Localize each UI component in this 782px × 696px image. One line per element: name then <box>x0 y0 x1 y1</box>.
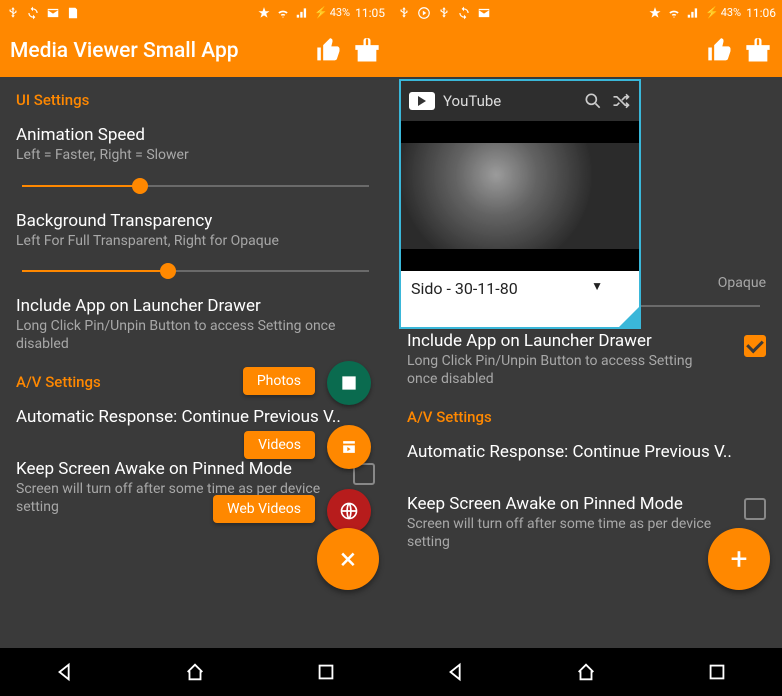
youtube-logo-icon <box>409 92 435 110</box>
nav-home-icon[interactable] <box>575 661 597 683</box>
fab-close[interactable]: × <box>317 528 379 590</box>
setting-title: Include App on Launcher Drawer <box>407 331 720 351</box>
setting-launcher-drawer[interactable]: Include App on Launcher Drawer Long Clic… <box>391 323 736 394</box>
photo-icon <box>339 373 359 393</box>
search-icon[interactable] <box>583 91 603 111</box>
checkbox-launcher[interactable] <box>744 335 766 357</box>
fab-add[interactable]: + <box>708 528 770 590</box>
nav-back-icon[interactable] <box>54 661 76 683</box>
app-bar: Media Viewer Small App <box>0 25 391 77</box>
app-bar <box>391 25 782 77</box>
star-icon <box>257 6 271 20</box>
usb-icon <box>6 6 20 20</box>
setting-subtitle: Long Click Pin/Unpin Button to access Se… <box>16 318 375 353</box>
fab-label: × <box>340 542 356 577</box>
mail-icon <box>477 6 491 20</box>
star-icon <box>648 6 662 20</box>
setting-keep-awake[interactable]: Keep Screen Awake on Pinned Mode Screen … <box>391 486 736 557</box>
video-icon <box>339 437 359 457</box>
setting-launcher-drawer[interactable]: Include App on Launcher Drawer Long Clic… <box>0 288 391 359</box>
play-icon <box>417 6 431 20</box>
nav-home-icon[interactable] <box>184 661 206 683</box>
status-bar: ⚡43% 11:06 <box>391 0 782 25</box>
thumbs-up-icon[interactable] <box>315 37 343 65</box>
video-title: Sido - 30-11-80 <box>411 279 518 298</box>
app-title: Media Viewer Small App <box>10 39 305 63</box>
setting-title: Keep Screen Awake on Pinned Mode <box>407 494 720 514</box>
nav-bar <box>391 648 782 696</box>
nav-recent-icon[interactable] <box>315 661 337 683</box>
checkbox-keep-awake[interactable] <box>744 498 766 520</box>
clock-text: 11:06 <box>746 6 776 20</box>
section-av-settings: A/V Settings <box>391 394 782 434</box>
status-bar: ⚡43% 11:05 <box>0 0 391 25</box>
setting-bg-transparency[interactable]: Background Transparency Left For Full Tr… <box>0 203 391 257</box>
chip-photos[interactable]: Photos <box>243 367 315 395</box>
nav-recent-icon[interactable] <box>706 661 728 683</box>
setting-animation-speed[interactable]: Animation Speed Left = Faster, Right = S… <box>0 117 391 171</box>
globe-icon <box>339 501 359 521</box>
battery-text: 43% <box>330 6 350 19</box>
battery-indicator: ⚡43% <box>314 6 350 19</box>
chip-web-videos[interactable]: Web Videos <box>213 495 315 523</box>
signal-icon <box>686 6 700 20</box>
slider-bg-transparency[interactable] <box>0 256 391 288</box>
battery-indicator: ⚡43% <box>705 6 741 19</box>
clock-text: 11:05 <box>355 6 385 20</box>
setting-auto-response[interactable]: Automatic Response: Continue Previous V.… <box>391 434 782 468</box>
nav-bar <box>0 648 391 696</box>
youtube-video-thumbnail[interactable] <box>401 121 639 271</box>
settings-content: UI Settings Animation Speed Left = Faste… <box>0 77 391 648</box>
section-ui-settings: UI Settings <box>0 77 391 117</box>
setting-subtitle: Left = Faster, Right = Slower <box>16 147 375 165</box>
setting-title: Include App on Launcher Drawer <box>16 296 375 316</box>
youtube-floating-panel[interactable]: YouTube Sido - 30-11-80 ▼ <box>399 79 641 329</box>
resize-handle-icon[interactable] <box>619 307 639 327</box>
setting-auto-response[interactable]: Automatic Response: Continue Previous V.… <box>0 399 391 433</box>
setting-subtitle: Long Click Pin/Unpin Button to access Se… <box>407 353 720 388</box>
note-icon <box>66 6 80 20</box>
setting-title: Animation Speed <box>16 125 375 145</box>
wifi-icon <box>667 6 681 20</box>
usb-icon <box>437 6 451 20</box>
signal-icon <box>295 6 309 20</box>
thumbs-up-icon[interactable] <box>706 37 734 65</box>
setting-subtitle: Left For Full Transparent, Right for Opa… <box>16 233 375 251</box>
gift-icon[interactable] <box>353 37 381 65</box>
setting-title: Background Transparency <box>16 211 375 231</box>
slider-animation-speed[interactable] <box>0 171 391 203</box>
setting-title: Automatic Response: Continue Previous V.… <box>16 407 341 427</box>
setting-title: Automatic Response: Continue Previous V.… <box>407 442 732 462</box>
fab-label: + <box>730 542 747 577</box>
chip-videos[interactable]: Videos <box>244 431 315 459</box>
fab-photos[interactable] <box>327 361 371 405</box>
battery-text: 43% <box>721 6 741 19</box>
wifi-icon <box>276 6 290 20</box>
youtube-panel-bar: YouTube <box>401 81 639 121</box>
app-title <box>401 39 696 63</box>
youtube-video-title-bar[interactable]: Sido - 30-11-80 ▼ <box>401 271 639 327</box>
phone-right: ⚡43% 11:06 Opaque Include App on Launche… <box>391 0 782 696</box>
setting-subtitle: Screen will turn off after some time as … <box>407 516 720 551</box>
fab-web-videos[interactable] <box>327 489 371 533</box>
setting-title: Keep Screen Awake on Pinned Mode <box>16 459 329 479</box>
fab-videos[interactable] <box>327 425 371 469</box>
sync-icon <box>457 6 471 20</box>
sync-icon <box>26 6 40 20</box>
usb-icon <box>397 6 411 20</box>
shuffle-icon[interactable] <box>611 91 631 111</box>
chevron-down-icon[interactable]: ▼ <box>591 279 603 293</box>
settings-content: Opaque Include App on Launcher Drawer Lo… <box>391 77 782 648</box>
nav-back-icon[interactable] <box>445 661 467 683</box>
phone-left: ⚡43% 11:05 Media Viewer Small App UI Set… <box>0 0 391 696</box>
mail-icon <box>46 6 60 20</box>
youtube-label: YouTube <box>443 92 575 110</box>
gift-icon[interactable] <box>744 37 772 65</box>
